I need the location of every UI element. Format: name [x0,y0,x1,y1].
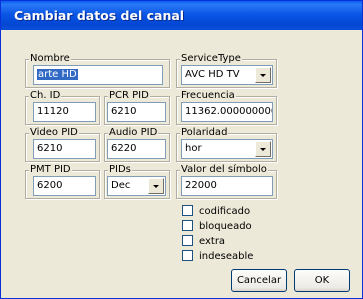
valor-simbolo-value: 22000 [185,180,217,191]
pids-value: Dec [111,180,131,191]
video-pid-label: Video PID [29,127,79,139]
nombre-label: Nombre [29,53,71,65]
indeseable-checkbox[interactable]: indeseable [182,250,253,264]
ok-button[interactable]: OK [294,269,350,292]
polaridad-label: Polaridad [180,127,229,139]
nombre-value: arte HD [37,69,78,80]
dialog-title: Cambiar datos del canal [14,8,185,23]
indeseable-label: indeseable [199,251,254,262]
pids-select[interactable]: Dec [107,176,166,196]
audio-pid-label: Audio PID [108,127,159,139]
pmt-pid-label: PMT PID [29,164,72,176]
polaridad-select[interactable]: hor [181,139,273,159]
chevron-down-icon[interactable] [255,67,271,83]
valor-simbolo-input[interactable]: 22000 [181,176,273,196]
service-type-select[interactable]: AVC HD TV [181,65,273,85]
title-bar[interactable]: Cambiar datos del canal [1,1,362,30]
pcr-pid-value: 6210 [111,106,137,117]
polaridad-value: hor [185,143,202,154]
pmt-pid-input[interactable]: 6200 [33,176,96,196]
checkbox-box[interactable] [182,250,193,261]
chevron-down-icon[interactable] [148,178,164,194]
nombre-input[interactable]: arte HD [33,65,163,85]
frecuencia-value: 11362.000000000C [185,106,272,117]
checkbox-box[interactable] [182,220,193,231]
video-pid-input[interactable]: 6210 [33,139,96,159]
pcr-pid-input[interactable]: 6210 [107,102,166,122]
service-type-label: ServiceType [180,53,242,65]
ch-id-value: 11120 [37,106,69,117]
codificado-label: codificado [199,206,251,217]
pmt-pid-value: 6200 [37,180,63,191]
channel-edit-dialog: Cambiar datos del canal Nombre arte HD S… [0,0,363,299]
codificado-checkbox[interactable]: codificado [182,205,250,219]
extra-label: extra [199,236,226,247]
ch-id-label: Ch. ID [29,90,62,102]
checkbox-box[interactable] [182,235,193,246]
audio-pid-input[interactable]: 6220 [107,139,166,159]
valor-simbolo-label: Valor del símbolo [180,164,268,176]
ch-id-input[interactable]: 11120 [33,102,96,122]
checkbox-box[interactable] [182,205,193,216]
frecuencia-input[interactable]: 11362.000000000C [181,102,273,122]
frecuencia-label: Frecuencia [180,90,236,102]
pids-label: PIDs [108,164,132,176]
service-type-value: AVC HD TV [185,69,240,80]
audio-pid-value: 6220 [111,143,137,154]
bloqueado-checkbox[interactable]: bloqueado [182,220,252,234]
bloqueado-label: bloqueado [199,221,252,232]
cancel-button[interactable]: Cancelar [231,269,287,292]
extra-checkbox[interactable]: extra [182,235,225,249]
chevron-down-icon[interactable] [255,141,271,157]
pcr-pid-label: PCR PID [108,90,150,102]
video-pid-value: 6210 [37,143,63,154]
